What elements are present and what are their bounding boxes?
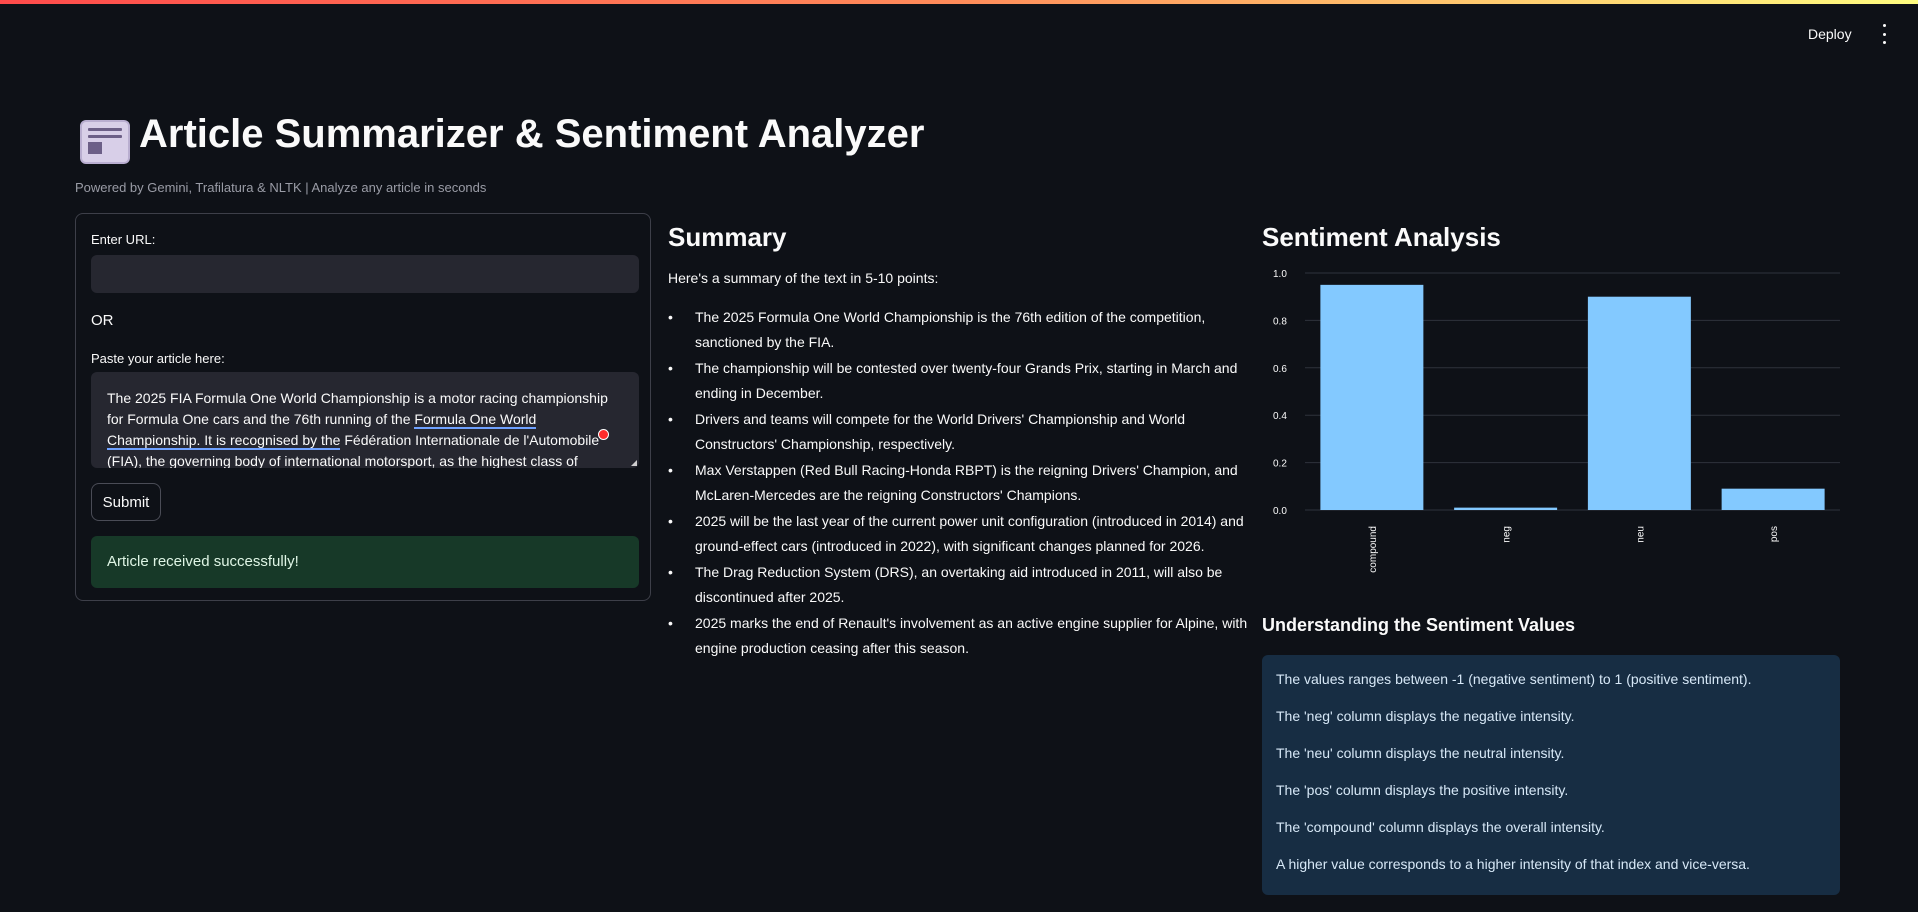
x-tick-label: pos [1769, 526, 1780, 542]
summary-point: The 2025 Formula One World Championship … [668, 305, 1248, 354]
summary-heading: Summary [668, 222, 787, 252]
input-form: Enter URL: OR Paste your article here: T… [75, 213, 651, 601]
y-tick-label: 0.8 [1273, 316, 1287, 327]
bar-neg [1454, 507, 1558, 510]
article-label: Paste your article here: [91, 351, 225, 366]
summary-point: 2025 marks the end of Renault's involvem… [668, 611, 1248, 660]
sentiment-bar-chart[interactable]: 0.0 0.2 0.4 0.6 0.8 1.0 compound neg neu pos [1255, 260, 1855, 590]
info-line: The 'neg' column displays the negative i… [1276, 708, 1575, 724]
sentiment-info-box: The values ranges between -1 (negative s… [1262, 655, 1840, 895]
y-tick-label: 0.4 [1273, 411, 1287, 422]
url-input[interactable] [91, 255, 639, 293]
page-subtitle: Powered by Gemini, Trafilatura & NLTK | … [75, 180, 487, 195]
y-tick-label: 0.6 [1273, 364, 1287, 375]
summary-list: The 2025 Formula One World Championship … [668, 305, 1248, 662]
info-line: The values ranges between -1 (negative s… [1276, 671, 1752, 687]
url-label: Enter URL: [91, 232, 156, 247]
submit-button[interactable]: Submit [91, 483, 161, 521]
understanding-heading: Understanding the Sentiment Values [1262, 615, 1576, 635]
or-label: OR [91, 312, 114, 329]
deploy-button[interactable]: Deploy [1808, 26, 1852, 42]
main-menu-icon[interactable] [1876, 24, 1892, 44]
newspaper-icon [80, 120, 130, 164]
summary-point: 2025 will be the last year of the curren… [668, 509, 1248, 558]
y-tick-label: 0.2 [1273, 459, 1287, 470]
success-alert: Article received successfully! [91, 536, 639, 588]
resize-handle-icon[interactable] [631, 460, 637, 466]
bar-compound [1320, 284, 1424, 510]
info-line: A higher value corresponds to a higher i… [1276, 856, 1750, 872]
summary-point: The championship will be contested over … [668, 356, 1248, 405]
sentiment-heading: Sentiment Analysis [1262, 222, 1501, 252]
grammar-indicator-icon[interactable] [598, 429, 609, 440]
x-tick-label: neg [1502, 526, 1513, 543]
summary-point: Max Verstappen (Red Bull Racing-Honda RB… [668, 458, 1248, 507]
summary-point: The Drag Reduction System (DRS), an over… [668, 560, 1248, 609]
info-line: The 'compound' column displays the overa… [1276, 819, 1605, 835]
x-tick-label: neu [1635, 526, 1646, 543]
y-tick-label: 1.0 [1273, 269, 1287, 280]
summary-intro: Here's a summary of the text in 5-10 poi… [668, 270, 939, 286]
info-line: The 'pos' column displays the positive i… [1276, 782, 1569, 798]
bar-neu [1587, 296, 1691, 510]
info-line: The 'neu' column displays the neutral in… [1276, 745, 1565, 761]
page-title: Article Summarizer & Sentiment Analyzer [139, 112, 925, 156]
y-tick-label: 0.0 [1273, 506, 1287, 517]
summary-point: Drivers and teams will compete for the W… [668, 407, 1248, 456]
bar-pos [1721, 488, 1825, 510]
article-textarea[interactable]: The 2025 FIA Formula One World Champions… [91, 372, 639, 468]
top-decoration-bar [0, 0, 1918, 4]
x-tick-label: compound [1368, 526, 1379, 573]
